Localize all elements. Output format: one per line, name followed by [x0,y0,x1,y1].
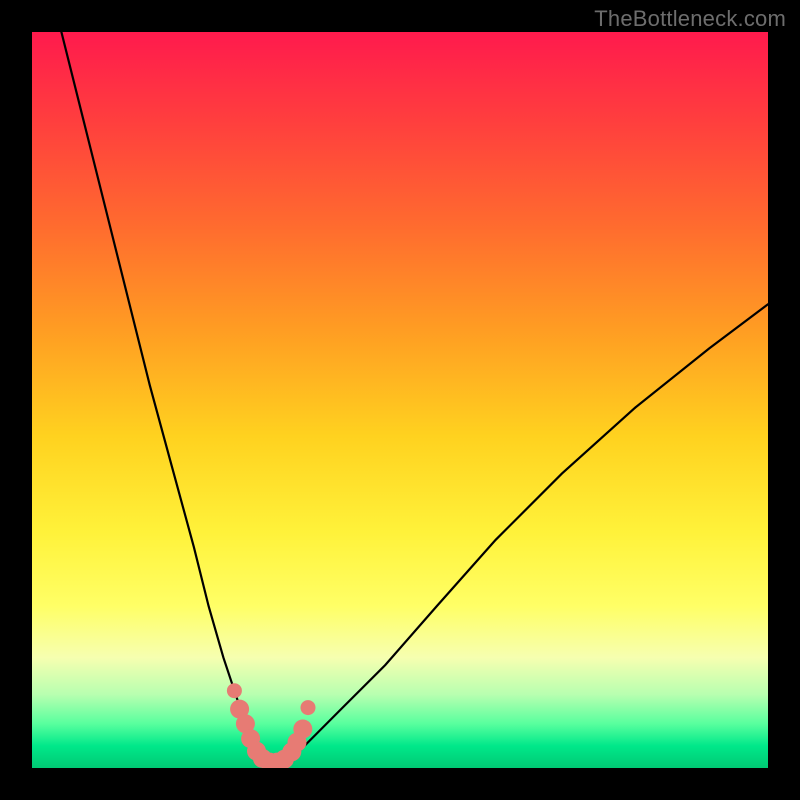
plot-area [32,32,768,768]
highlight-dot [301,700,316,715]
watermark-text: TheBottleneck.com [594,6,786,32]
curve-layer [32,32,768,768]
highlight-dots-group [227,683,316,768]
highlight-dot [227,683,242,698]
highlight-dot [293,720,312,739]
bottleneck-curve [61,32,768,768]
chart-frame: TheBottleneck.com [0,0,800,800]
